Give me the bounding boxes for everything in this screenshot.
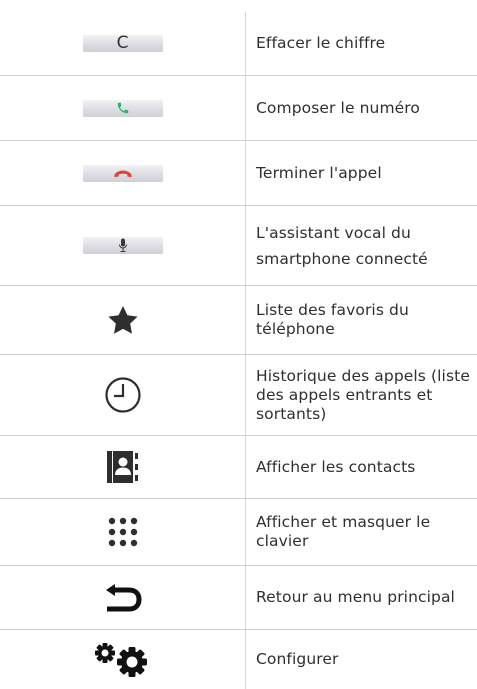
table-row: C Effacer le chiffre bbox=[0, 12, 477, 75]
row-description: Configurer bbox=[256, 650, 339, 668]
row-description: Afficher et masquer le clavier bbox=[256, 513, 431, 550]
table-row: Terminer l'appel bbox=[0, 141, 477, 205]
row-description: L'assistant vocal du smartphone connecté bbox=[256, 223, 428, 268]
row-description: Afficher les contacts bbox=[256, 457, 416, 476]
clock-icon bbox=[104, 377, 141, 413]
table-row: Historique des appels (liste des appels … bbox=[0, 355, 477, 435]
phone-hangup-icon bbox=[82, 164, 163, 182]
gears-icon bbox=[94, 642, 147, 677]
table-row: L'assistant vocal du smartphone connecté bbox=[0, 206, 477, 285]
table-row: Composer le numéro bbox=[0, 76, 477, 140]
clear-digit-label: C bbox=[116, 33, 129, 53]
microphone-icon bbox=[82, 237, 163, 254]
table-row: Retour au menu principal bbox=[0, 566, 477, 629]
star-icon bbox=[107, 306, 138, 334]
row-description: Terminer l'appel bbox=[256, 163, 382, 182]
phone-call-icon bbox=[82, 99, 163, 117]
row-description: Liste des favoris du téléphone bbox=[256, 301, 409, 338]
back-arrow-icon bbox=[105, 583, 142, 611]
row-description: Composer le numéro bbox=[256, 98, 421, 117]
row-description: Effacer le chiffre bbox=[256, 34, 386, 52]
row-description: Historique des appels (liste des appels … bbox=[256, 366, 470, 423]
table-row: Liste des favoris du téléphone bbox=[0, 286, 477, 354]
table-row: Afficher les contacts bbox=[0, 436, 477, 498]
clear-digit-button-icon: C bbox=[82, 33, 163, 53]
table-row: Afficher et masquer le clavier bbox=[0, 499, 477, 565]
row-description: Retour au menu principal bbox=[256, 588, 455, 606]
keypad-icon bbox=[108, 517, 137, 547]
icon-legend-table: C Effacer le chiffre Composer le numéro … bbox=[0, 0, 477, 689]
contacts-book-icon bbox=[106, 451, 138, 483]
table-row: Configurer bbox=[0, 630, 477, 689]
